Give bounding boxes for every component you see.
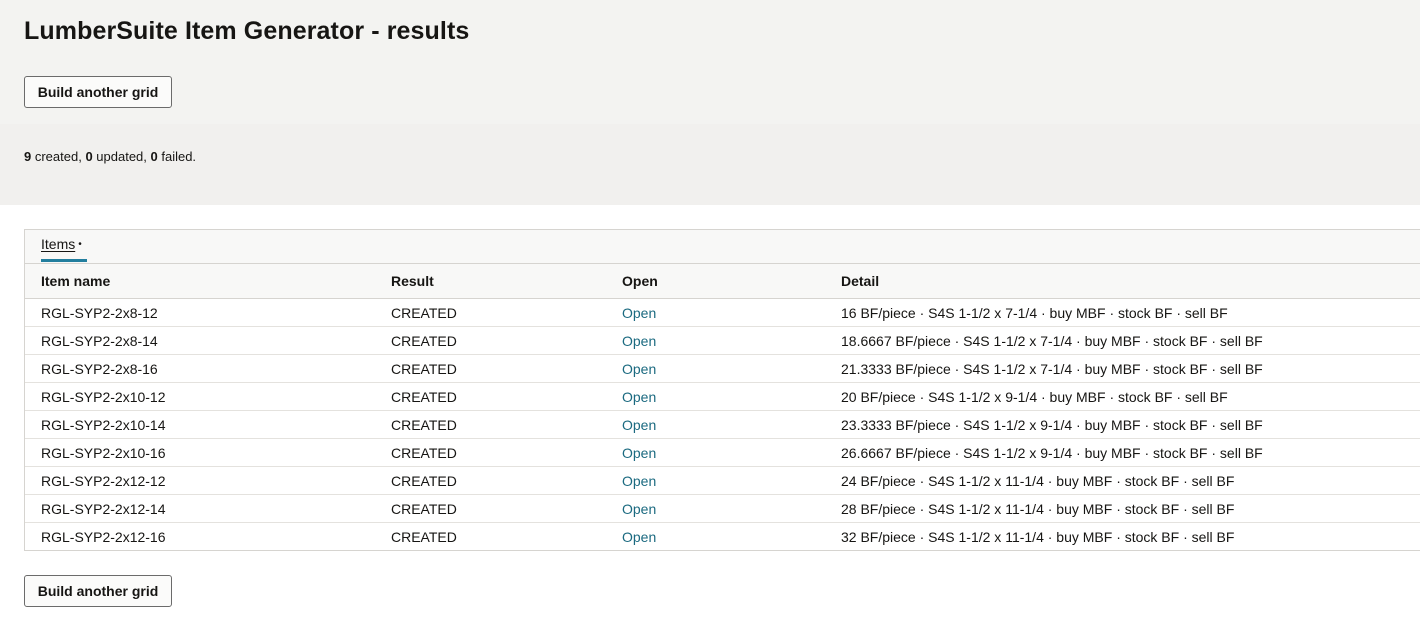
open-link[interactable]: Open — [622, 501, 656, 517]
detail-cell: 21.3333 BF/piece · S4S 1-1/2 x 7-1/4 · b… — [841, 354, 1420, 383]
result-cell: CREATED — [391, 326, 622, 355]
updated-label: updated, — [92, 149, 151, 164]
result-cell: CREATED — [391, 466, 622, 495]
column-header-result: Result — [391, 264, 622, 299]
table-row: RGL-SYP2-2x8-14 CREATED Open 18.6667 BF/… — [25, 326, 1420, 355]
open-link[interactable]: Open — [622, 473, 656, 489]
result-cell: CREATED — [391, 354, 622, 383]
result-cell: CREATED — [391, 494, 622, 523]
item-name-cell: RGL-SYP2-2x8-12 — [25, 298, 391, 327]
column-header-item-name: Item name — [25, 264, 391, 299]
open-link[interactable]: Open — [622, 305, 656, 321]
item-name-cell: RGL-SYP2-2x12-16 — [41, 528, 166, 545]
detail-cell: 16 BF/piece · S4S 1-1/2 x 7-1/4 · buy MB… — [841, 298, 1420, 327]
item-name-cell: RGL-SYP2-2x10-14 — [25, 410, 391, 439]
column-header-detail: Detail — [841, 264, 1420, 299]
updated-count: 0 — [85, 149, 93, 164]
detail-cell: 32 BF/piece · S4S 1-1/2 x 11-1/4 · buy M… — [841, 528, 1235, 545]
table-row: RGL-SYP2-2x12-12 CREATED Open 24 BF/piec… — [25, 466, 1420, 495]
tab-items-indicator: • — [78, 239, 82, 250]
detail-cell: 20 BF/piece · S4S 1-1/2 x 9-1/4 · buy MB… — [841, 382, 1420, 411]
detail-cell: 26.6667 BF/piece · S4S 1-1/2 x 9-1/4 · b… — [841, 438, 1420, 467]
item-name-cell: RGL-SYP2-2x10-16 — [25, 438, 391, 467]
column-header-open: Open — [622, 264, 841, 299]
items-table: Item name Result Open Detail RGL-SYP2-2x… — [25, 264, 1420, 550]
result-cell: CREATED — [391, 298, 622, 327]
open-link[interactable]: Open — [622, 529, 656, 545]
item-name-cell: RGL-SYP2-2x12-12 — [25, 466, 391, 495]
open-link[interactable]: Open — [622, 361, 656, 377]
table-header-row: Item name Result Open Detail — [25, 264, 1420, 299]
item-name-cell: RGL-SYP2-2x8-16 — [25, 354, 391, 383]
detail-cell: 24 BF/piece · S4S 1-1/2 x 11-1/4 · buy M… — [841, 466, 1420, 495]
table-row: RGL-SYP2-2x10-16 CREATED Open 26.6667 BF… — [25, 438, 1420, 467]
tab-bar: Items • — [25, 230, 1420, 264]
detail-cell: 28 BF/piece · S4S 1-1/2 x 11-1/4 · buy M… — [841, 494, 1420, 523]
result-cell: CREATED — [391, 528, 457, 545]
table-row: RGL-SYP2-2x12-14 CREATED Open 28 BF/piec… — [25, 494, 1420, 523]
failed-count: 0 — [150, 149, 158, 164]
table-row: RGL-SYP2-2x8-16 CREATED Open 21.3333 BF/… — [25, 354, 1420, 383]
table-row: RGL-SYP2-2x8-12 CREATED Open 16 BF/piece… — [25, 298, 1420, 327]
detail-cell: 23.3333 BF/piece · S4S 1-1/2 x 9-1/4 · b… — [841, 410, 1420, 439]
table-row: RGL-SYP2-2x10-14 CREATED Open 23.3333 BF… — [25, 410, 1420, 439]
result-cell: CREATED — [391, 410, 622, 439]
tab-items-label: Items — [41, 236, 76, 252]
open-link[interactable]: Open — [622, 445, 656, 461]
item-name-cell: RGL-SYP2-2x8-14 — [25, 326, 391, 355]
result-cell: CREATED — [391, 438, 622, 467]
summary-band — [0, 124, 1420, 205]
active-tab-underline — [41, 259, 87, 262]
failed-label: failed. — [157, 149, 197, 164]
table-row: RGL-SYP2-2x10-12 CREATED Open 20 BF/piec… — [25, 382, 1420, 411]
open-link[interactable]: Open — [622, 333, 656, 349]
item-name-cell: RGL-SYP2-2x10-12 — [25, 382, 391, 411]
item-name-cell: RGL-SYP2-2x12-14 — [25, 494, 391, 523]
build-another-grid-button-bottom[interactable]: Build another grid — [24, 575, 172, 607]
build-another-grid-button[interactable]: Build another grid — [24, 76, 172, 108]
page-title: LumberSuite Item Generator - results — [24, 17, 470, 45]
detail-cell: 18.6667 BF/piece · S4S 1-1/2 x 7-1/4 · b… — [841, 326, 1420, 355]
results-summary: 9 created, 0 updated, 0 failed. — [24, 149, 196, 164]
table-row: RGL-SYP2-2x12-16 CREATED Open 32 BF/piec… — [25, 523, 1420, 551]
open-link[interactable]: Open — [622, 389, 656, 405]
result-cell: CREATED — [391, 382, 622, 411]
items-panel: Items • Item name Result Open Detail RGL-… — [24, 229, 1420, 551]
created-label: created, — [31, 149, 86, 164]
open-link[interactable]: Open — [622, 417, 656, 433]
